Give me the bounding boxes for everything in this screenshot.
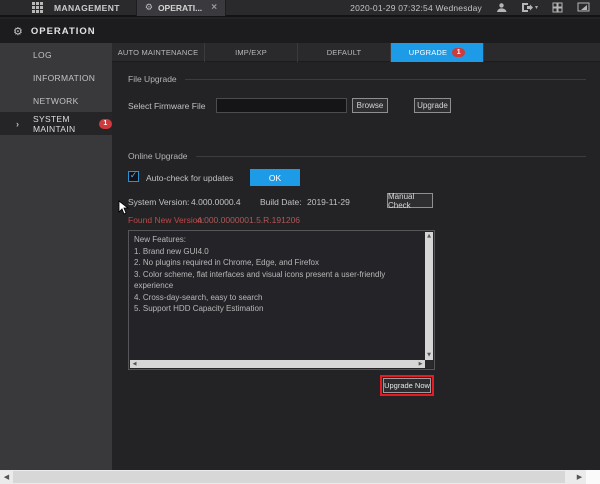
operation-tab[interactable]: ⚙ OPERATI... × — [136, 0, 226, 16]
tab-label: IMP/EXP — [235, 48, 267, 57]
user-icon[interactable] — [496, 2, 507, 13]
notification-badge: 1 — [99, 119, 112, 129]
page-header: ⚙ OPERATION — [0, 19, 600, 43]
upgrade-button[interactable]: Upgrade — [414, 98, 451, 113]
scrollbar-corner — [425, 360, 433, 368]
ok-button[interactable]: OK — [250, 169, 300, 186]
operation-tab-label: OPERATI... — [158, 3, 202, 13]
page-scrollbar-corner — [586, 470, 600, 484]
datetime-label: 2020-01-29 07:32:54 Wednesday — [350, 3, 482, 13]
page-scroll-left-icon[interactable]: ◀ — [0, 470, 13, 484]
sidebar-item-label: INFORMATION — [33, 73, 95, 83]
browse-button[interactable]: Browse — [352, 98, 388, 113]
firmware-file-input[interactable] — [216, 98, 347, 113]
tab-bar: AUTO MAINTENANCE IMP/EXP DEFAULT UPGRADE… — [112, 43, 600, 62]
scroll-right-icon[interactable]: ▶ — [416, 360, 425, 368]
mouse-cursor — [118, 200, 129, 220]
select-firmware-label: Select Firmware File — [128, 101, 205, 111]
sidebar: LOG INFORMATION NETWORK › SYSTEM MAINTAI… — [0, 43, 112, 470]
tab-label: UPGRADE — [409, 48, 448, 57]
tab-label: DEFAULT — [327, 48, 362, 57]
autocheck-label: Auto-check for updates — [146, 173, 233, 183]
page-scroll-right-icon[interactable]: ▶ — [573, 470, 586, 484]
gear-icon: ⚙ — [145, 3, 153, 13]
scroll-down-icon[interactable]: ▼ — [425, 351, 433, 360]
system-version-label: System Version: — [128, 197, 189, 207]
sidebar-item-log[interactable]: LOG — [0, 43, 112, 66]
titlebar: MANAGEMENT ⚙ OPERATI... × 2020-01-29 07:… — [0, 0, 600, 17]
new-features-textarea[interactable]: New Features: 1. Brand new GUI4.0 2. No … — [128, 230, 435, 370]
tab-upgrade[interactable]: UPGRADE 1 — [391, 43, 484, 62]
nvr-upgrade-screen: MANAGEMENT ⚙ OPERATI... × 2020-01-29 07:… — [0, 0, 600, 484]
notification-badge: 1 — [452, 48, 465, 57]
titlebar-left: MANAGEMENT ⚙ OPERATI... × — [0, 0, 226, 16]
online-upgrade-section-header: Online Upgrade — [128, 151, 586, 161]
tab-imp-exp[interactable]: IMP/EXP — [205, 43, 298, 62]
autocheck-checkbox[interactable]: ✓ — [128, 171, 139, 182]
tab-label: AUTO MAINTENANCE — [118, 48, 199, 57]
divider — [185, 79, 586, 80]
build-date-value: 2019-11-29 — [307, 197, 350, 207]
divider — [196, 156, 586, 157]
management-menu[interactable]: MANAGEMENT — [54, 3, 120, 13]
body: LOG INFORMATION NETWORK › SYSTEM MAINTAI… — [0, 43, 600, 470]
red-highlight-annotation: Upgrade Now — [380, 375, 434, 396]
page-scrollbar-thumb[interactable] — [13, 471, 565, 483]
manual-check-button[interactable]: Manual Check — [387, 193, 433, 208]
scroll-left-icon[interactable]: ◀ — [130, 360, 139, 368]
main-panel: AUTO MAINTENANCE IMP/EXP DEFAULT UPGRADE… — [112, 43, 600, 470]
file-upgrade-section-header: File Upgrade — [128, 74, 586, 84]
found-new-version-label: Found New Version: — [128, 215, 205, 225]
upgrade-now-button[interactable]: Upgrade Now — [383, 378, 431, 393]
new-features-text: New Features: 1. Brand new GUI4.0 2. No … — [129, 231, 424, 359]
logout-icon[interactable]: ▾ — [521, 2, 538, 13]
window-layout-icon[interactable] — [552, 2, 563, 13]
chevron-down-icon: ▾ — [535, 4, 538, 11]
check-icon: ✓ — [130, 172, 138, 181]
sidebar-item-label: SYSTEM MAINTAIN — [33, 114, 95, 134]
tab-default[interactable]: DEFAULT — [298, 43, 391, 62]
close-tab-icon[interactable]: × — [211, 2, 217, 13]
page-horizontal-scrollbar[interactable]: ◀ ▶ — [0, 470, 600, 484]
section-title: File Upgrade — [128, 74, 177, 84]
build-date-label: Build Date: — [260, 197, 302, 207]
sidebar-item-label: LOG — [33, 50, 52, 60]
sidebar-item-system-maintain[interactable]: › SYSTEM MAINTAIN 1 — [0, 112, 112, 135]
scroll-up-icon[interactable]: ▲ — [425, 232, 433, 241]
sidebar-item-information[interactable]: INFORMATION — [0, 66, 112, 89]
live-view-icon[interactable] — [577, 2, 590, 13]
system-version-value: 4.000.0000.4 — [191, 197, 241, 207]
operation-gear-icon: ⚙ — [13, 25, 23, 38]
tab-auto-maintenance[interactable]: AUTO MAINTENANCE — [112, 43, 205, 62]
horizontal-scrollbar[interactable]: ◀ ▶ — [130, 360, 425, 368]
app-grid-icon[interactable] — [32, 2, 43, 13]
chevron-right-icon: › — [16, 119, 19, 129]
titlebar-right: 2020-01-29 07:32:54 Wednesday ▾ — [350, 2, 600, 13]
found-new-version-value: 4.000.0000001.5.R.191206 — [197, 215, 300, 225]
section-title: Online Upgrade — [128, 151, 188, 161]
page-title: OPERATION — [31, 26, 96, 37]
sidebar-item-network[interactable]: NETWORK — [0, 89, 112, 112]
vertical-scrollbar[interactable]: ▲ ▼ — [425, 232, 433, 360]
sidebar-item-label: NETWORK — [33, 96, 79, 106]
